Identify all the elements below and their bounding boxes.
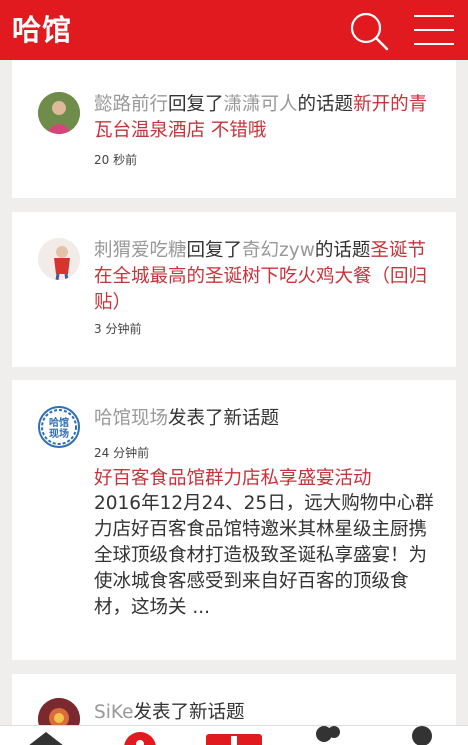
discover-icon bbox=[124, 732, 156, 745]
menu-button[interactable] bbox=[410, 10, 458, 50]
user-photo bbox=[38, 92, 80, 134]
bottom-nav bbox=[0, 725, 468, 745]
profile-icon bbox=[412, 726, 432, 745]
feed-card[interactable]: 刺猬爱吃糖回复了奇幻zyw的话题圣诞节在全城最高的圣诞树下吃火鸡大餐（回归贴） … bbox=[12, 212, 456, 367]
username-link[interactable]: 刺猬爱吃糖 bbox=[94, 240, 187, 261]
connector-text: 的话题 bbox=[297, 94, 354, 115]
home-icon bbox=[29, 732, 63, 745]
friends-icon bbox=[316, 726, 340, 742]
username-link[interactable]: 懿路前行 bbox=[94, 94, 168, 115]
action-text: 回复了 bbox=[168, 94, 224, 115]
post-icon bbox=[206, 734, 262, 745]
username-link[interactable]: 哈馆现场 bbox=[94, 408, 168, 429]
feed-card[interactable]: 懿路前行回复了潇潇可人的话题新开的青瓦台温泉酒店 不错哦 20 秒前 bbox=[12, 60, 456, 198]
activity-text: SiKe发表了新话题 bbox=[94, 700, 434, 726]
nav-home[interactable] bbox=[22, 726, 82, 745]
nav-profile[interactable] bbox=[396, 726, 456, 745]
feed-card[interactable]: 哈馆 现场 哈馆现场发表了新话题 24 分钟前 好百客食品馆群力店私享盛宴活动 … bbox=[12, 380, 456, 660]
top-bar: 哈馆 bbox=[0, 0, 468, 60]
venue-logo: 哈馆 现场 bbox=[41, 409, 77, 445]
search-button[interactable] bbox=[346, 8, 392, 52]
avatar[interactable] bbox=[38, 92, 80, 134]
username-link[interactable]: SiKe bbox=[94, 702, 133, 723]
topic-title-link[interactable]: 好百客食品馆群力店私享盛宴活动 bbox=[94, 466, 434, 492]
action-text: 发表了新话题 bbox=[133, 702, 245, 723]
target-username-link[interactable]: 潇潇可人 bbox=[224, 94, 298, 115]
target-username-link[interactable]: 奇幻zyw bbox=[242, 240, 315, 261]
action-text: 发表了新话题 bbox=[168, 408, 280, 429]
nav-discover[interactable] bbox=[118, 726, 178, 745]
menu-icon bbox=[414, 15, 454, 45]
svg-text:哈馆: 哈馆 bbox=[49, 416, 69, 429]
activity-text: 懿路前行回复了潇潇可人的话题新开的青瓦台温泉酒店 不错哦 bbox=[94, 92, 434, 144]
topic-excerpt[interactable]: 2016年12月24、25日，远大购物中心群力店好百客食品馆特邀米其林星级主厨携… bbox=[94, 491, 434, 621]
search-icon bbox=[350, 12, 389, 51]
connector-text: 的话题 bbox=[314, 240, 371, 261]
timestamp: 3 分钟前 bbox=[94, 322, 142, 336]
app-logo[interactable]: 哈馆 bbox=[12, 10, 72, 50]
timestamp: 20 秒前 bbox=[94, 153, 138, 167]
nav-post[interactable] bbox=[204, 726, 264, 745]
activity-text: 哈馆现场发表了新话题 bbox=[94, 406, 434, 432]
svg-text:现场: 现场 bbox=[49, 427, 69, 440]
timestamp: 24 分钟前 bbox=[94, 446, 150, 460]
avatar[interactable] bbox=[38, 238, 80, 280]
avatar[interactable]: 哈馆 现场 bbox=[38, 406, 80, 448]
nav-friends[interactable] bbox=[308, 726, 368, 745]
user-photo bbox=[38, 238, 80, 280]
activity-text: 刺猬爱吃糖回复了奇幻zyw的话题圣诞节在全城最高的圣诞树下吃火鸡大餐（回归贴） bbox=[94, 238, 434, 316]
action-text: 回复了 bbox=[186, 240, 243, 261]
